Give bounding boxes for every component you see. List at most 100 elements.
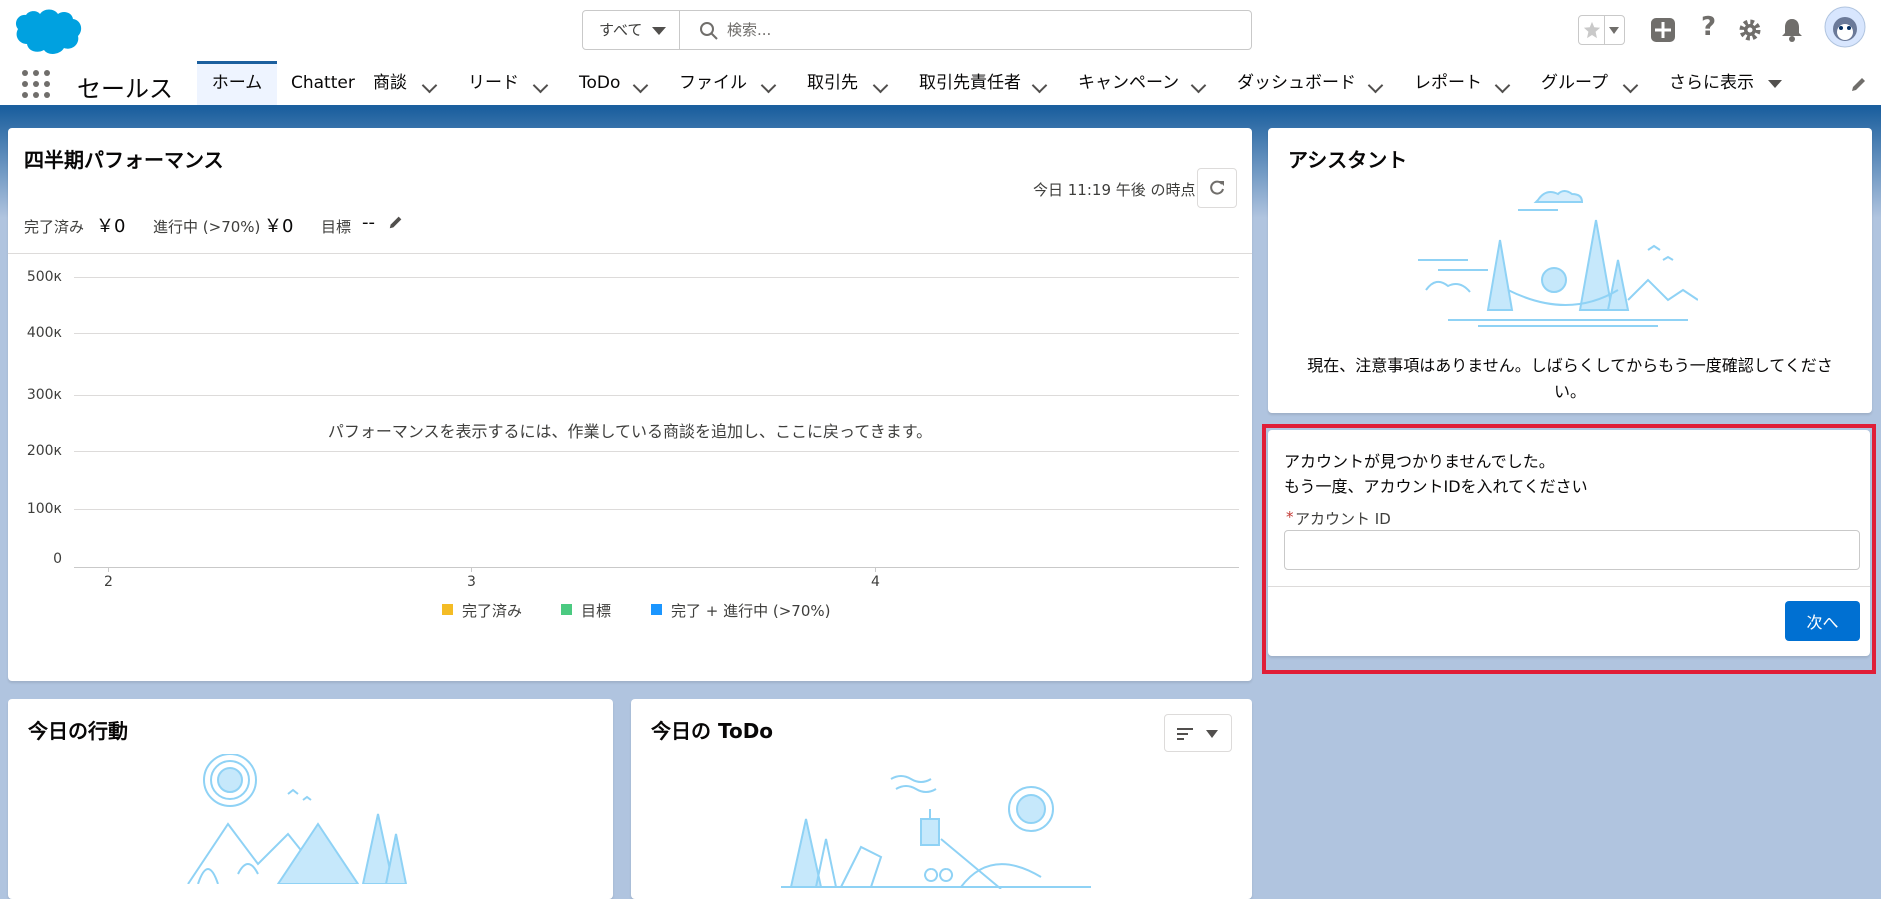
camping-illustration	[1418, 190, 1698, 327]
tab-contacts[interactable]: 取引先責任者	[919, 61, 1021, 105]
tab-opportunities[interactable]: 商談	[373, 61, 407, 105]
tab-dashboards[interactable]: ダッシュボード	[1237, 61, 1356, 105]
tab-home[interactable]: ホーム	[197, 61, 277, 105]
global-header: すべて ?	[0, 0, 1881, 61]
tab-campaigns[interactable]: キャンペーン	[1078, 61, 1179, 105]
assistant-message-line1: 現在、注意事項はありません。しばらくしてからもう一度確認してくださ	[1307, 356, 1833, 375]
goal-label: 目標	[321, 218, 352, 236]
required-mark: *	[1286, 508, 1294, 526]
chevron-down-icon[interactable]	[1190, 77, 1207, 94]
y-tick-label: 300к	[26, 387, 62, 403]
assistant-message-line2: い。	[1553, 382, 1586, 401]
x-tick-mark	[108, 567, 109, 572]
legend-swatch	[651, 604, 662, 615]
refresh-icon	[1210, 180, 1224, 195]
tab-todo[interactable]: ToDo	[579, 61, 620, 105]
empty-chart-message: パフォーマンスを表示するには、作業している商談を追加し、ここに戻ってきます。	[327, 422, 933, 441]
y-tick-label: 400к	[26, 325, 62, 341]
goal-value: --	[362, 212, 375, 233]
salesforce-logo[interactable]	[10, 6, 84, 56]
tab-files[interactable]: ファイル	[679, 61, 747, 105]
x-tick-label: 4	[871, 574, 880, 590]
performance-chart: 500к 400к 300к 200к 100к 0 2 3 4 パフォーマンス…	[8, 258, 1252, 678]
tab-label: ToDo	[579, 73, 621, 93]
tab-label: 取引先	[807, 73, 858, 93]
open-label: 進行中 (>70%)	[153, 218, 261, 236]
y-tick-label: 100к	[26, 501, 62, 517]
gridline	[74, 395, 1239, 396]
chevron-down-icon[interactable]	[760, 77, 777, 94]
next-button[interactable]: 次へ	[1785, 601, 1860, 641]
global-search: すべて	[582, 10, 1252, 50]
sort-filter-button[interactable]	[1164, 714, 1232, 752]
tab-reports[interactable]: レポート	[1414, 61, 1482, 105]
pencil-icon[interactable]	[1850, 75, 1868, 93]
assistant-card: アシスタント 現在、注意事項はありません。しばらくしてからもう一度確認してくださ…	[1268, 128, 1872, 413]
tab-accounts[interactable]: 取引先	[807, 61, 858, 105]
edit-goal-icon[interactable]	[388, 214, 404, 230]
y-tick-label: 0	[53, 551, 62, 567]
chevron-down-icon[interactable]	[1494, 77, 1511, 94]
tab-label: 取引先責任者	[919, 73, 1021, 93]
gridline	[74, 277, 1239, 278]
tab-label: リード	[468, 73, 519, 93]
tab-more[interactable]: さらに表示	[1669, 61, 1754, 105]
not-found-message: アカウントが見つかりませんでした。	[1284, 452, 1555, 471]
chevron-down-icon[interactable]	[1367, 77, 1384, 94]
picnic-illustration	[781, 775, 1091, 889]
tab-label: ホーム	[211, 73, 263, 93]
tab-label: さらに表示	[1669, 73, 1754, 93]
app-launcher-icon[interactable]	[22, 70, 50, 98]
card-title: アシスタント	[1288, 148, 1408, 172]
global-create-icon[interactable]	[1650, 17, 1676, 43]
caret-down-icon	[652, 27, 666, 35]
legend-label: 目標	[581, 602, 612, 620]
bell-icon[interactable]	[1780, 17, 1804, 43]
card-title: 四半期パフォーマンス	[24, 148, 224, 172]
closed-value: ￥0	[96, 216, 126, 237]
user-avatar[interactable]	[1824, 6, 1866, 48]
y-tick-label: 200к	[26, 443, 62, 459]
field-label: アカウント ID	[1295, 510, 1391, 528]
app-navigation: セールス ホーム Chatter 商談 リード ToDo ファイル 取引先 取引…	[0, 61, 1881, 108]
x-tick-mark	[875, 567, 876, 572]
caret-down-icon	[1609, 27, 1619, 34]
card-title: 今日の行動	[28, 719, 128, 743]
x-tick-label: 3	[467, 574, 476, 590]
caret-down-icon[interactable]	[1768, 80, 1782, 88]
x-tick-label: 2	[104, 574, 113, 590]
tab-leads[interactable]: リード	[468, 61, 519, 105]
divider	[8, 253, 1252, 254]
app-name: セールス	[77, 75, 173, 103]
gridline	[74, 509, 1239, 510]
chevron-down-icon[interactable]	[421, 77, 438, 94]
tab-chatter[interactable]: Chatter	[291, 61, 355, 105]
divider	[1268, 586, 1870, 587]
gear-icon[interactable]	[1738, 18, 1762, 42]
refresh-button[interactable]	[1197, 168, 1237, 208]
gridline	[74, 451, 1239, 452]
as-of-timestamp: 今日 11:19 午後 の時点	[1033, 181, 1196, 199]
retry-message: もう一度、アカウントIDを入れてください	[1284, 477, 1588, 496]
legend-swatch	[561, 604, 572, 615]
card-title: 今日の ToDo	[651, 719, 774, 743]
chevron-down-icon[interactable]	[632, 77, 649, 94]
chevron-down-icon[interactable]	[872, 77, 889, 94]
favorites-button[interactable]	[1578, 15, 1625, 45]
chevron-down-icon[interactable]	[1622, 77, 1639, 94]
y-tick-label: 500к	[26, 269, 62, 285]
tent-illustration	[187, 754, 408, 884]
quarterly-performance-card: 四半期パフォーマンス 今日 11:19 午後 の時点 完了済み ￥0 進行中 (…	[8, 128, 1252, 681]
tab-label: グループ	[1541, 73, 1608, 93]
account-id-input[interactable]	[1284, 530, 1860, 570]
account-id-form: アカウントが見つかりませんでした。 もう一度、アカウントIDを入れてください *…	[1268, 430, 1870, 656]
tab-groups[interactable]: グループ	[1541, 61, 1608, 105]
search-input[interactable]	[680, 11, 1240, 49]
x-axis-line	[74, 567, 1239, 568]
legend-label: 完了済み	[462, 602, 523, 620]
chevron-down-icon[interactable]	[532, 77, 549, 94]
help-icon[interactable]: ?	[1701, 12, 1716, 42]
search-scope-dropdown[interactable]: すべて	[583, 11, 680, 49]
search-scope-label: すべて	[599, 21, 643, 39]
chevron-down-icon[interactable]	[1031, 77, 1048, 94]
